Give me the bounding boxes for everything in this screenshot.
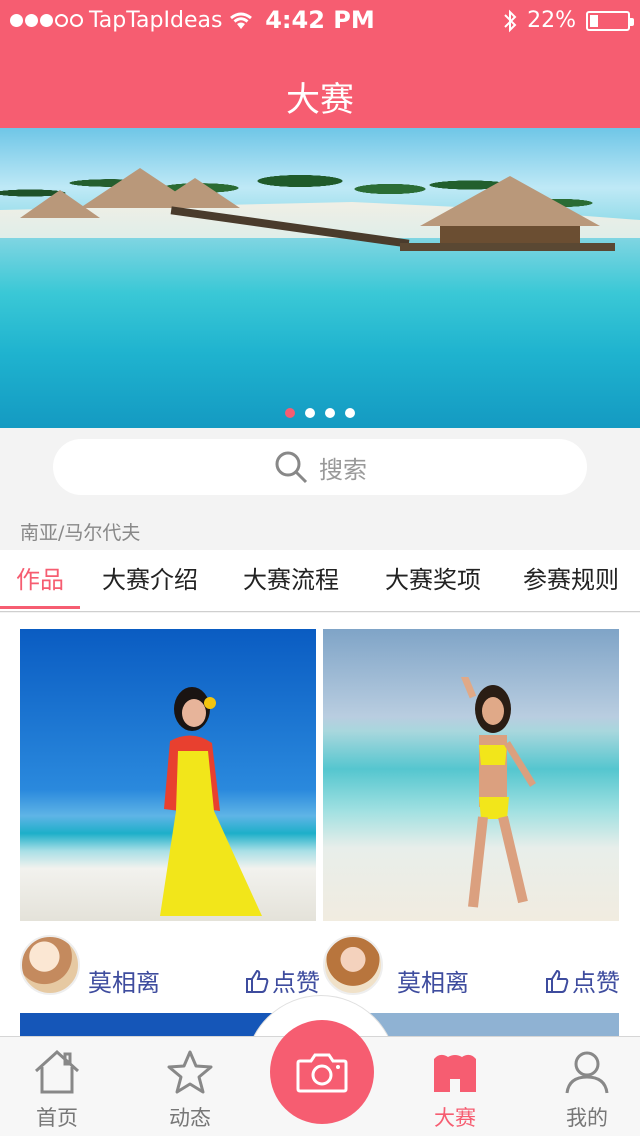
avatar[interactable]: [323, 935, 383, 995]
tab-contest-intro[interactable]: 大赛介绍: [88, 550, 212, 612]
avatar[interactable]: [20, 935, 80, 995]
app-header: TapTapIdeas 4:42 PM 22% 大赛: [0, 0, 640, 128]
status-bar: TapTapIdeas 4:42 PM 22%: [0, 0, 640, 40]
pager-dot[interactable]: [345, 408, 355, 418]
like-button[interactable]: 点赞: [544, 963, 620, 998]
nav-label: 首页: [36, 1106, 78, 1130]
tab-active-indicator: [0, 606, 80, 609]
star-icon: [167, 1050, 213, 1094]
work-photo[interactable]: [20, 629, 316, 921]
status-right: 22%: [503, 8, 634, 33]
banner-hut: [150, 178, 240, 208]
search-icon: [275, 451, 308, 484]
banner-hut: [20, 190, 100, 218]
like-button[interactable]: 点赞: [244, 963, 320, 998]
pager-dot[interactable]: [325, 408, 335, 418]
nav-item-feed[interactable]: 动态: [145, 1049, 235, 1132]
tab-contest-process[interactable]: 大赛流程: [228, 550, 354, 612]
author-name[interactable]: 莫相离: [88, 963, 160, 998]
nav-label: 大赛: [434, 1106, 476, 1130]
nav-label: 动态: [169, 1106, 211, 1130]
user-icon: [565, 1051, 609, 1094]
banner-carousel[interactable]: [0, 128, 640, 428]
bluetooth-icon: [504, 9, 517, 32]
tab-contest-awards[interactable]: 大赛奖项: [370, 550, 496, 612]
tab-works[interactable]: 作品: [0, 550, 80, 612]
search-placeholder: 搜索: [319, 455, 367, 484]
banner-pager[interactable]: [0, 408, 640, 418]
works-feed: 莫相离 点赞 莫相离 点赞: [0, 613, 640, 1043]
thumbs-up-icon: [546, 969, 569, 993]
search-field[interactable]: 搜索: [53, 439, 587, 495]
pager-dot[interactable]: [305, 408, 315, 418]
tab-contest-rules[interactable]: 参赛规则: [508, 550, 634, 612]
author-name[interactable]: 莫相离: [397, 963, 469, 998]
camera-icon: [296, 1053, 348, 1093]
pager-dot[interactable]: [285, 408, 295, 418]
like-label: 点赞: [272, 969, 320, 997]
person-figure: [460, 677, 536, 908]
battery-icon: [586, 10, 634, 31]
work-photo[interactable]: [323, 629, 619, 921]
nav-item-home[interactable]: 首页: [12, 1049, 102, 1132]
battery-percent: 22%: [527, 8, 576, 33]
thumbs-up-icon: [246, 969, 269, 993]
location-label: 南亚/马尔代夫: [20, 522, 141, 544]
post-meta: 莫相离 点赞: [323, 935, 620, 998]
person-figure: [160, 687, 262, 916]
nav-label: 我的: [566, 1106, 608, 1130]
banner-hut: [420, 176, 600, 226]
page-title: 大赛: [286, 80, 354, 120]
nav-item-contest[interactable]: 大赛: [410, 1049, 500, 1132]
post-meta: 莫相离 点赞: [20, 935, 320, 998]
tab-bar: 作品 大赛介绍 大赛流程 大赛奖项 参赛规则: [0, 550, 640, 612]
camera-button[interactable]: [270, 1020, 374, 1124]
home-icon: [34, 1049, 80, 1094]
nav-item-profile[interactable]: 我的: [542, 1049, 632, 1132]
like-label: 点赞: [572, 969, 620, 997]
contest-icon: [434, 1054, 476, 1092]
banner-pier: [400, 243, 615, 251]
